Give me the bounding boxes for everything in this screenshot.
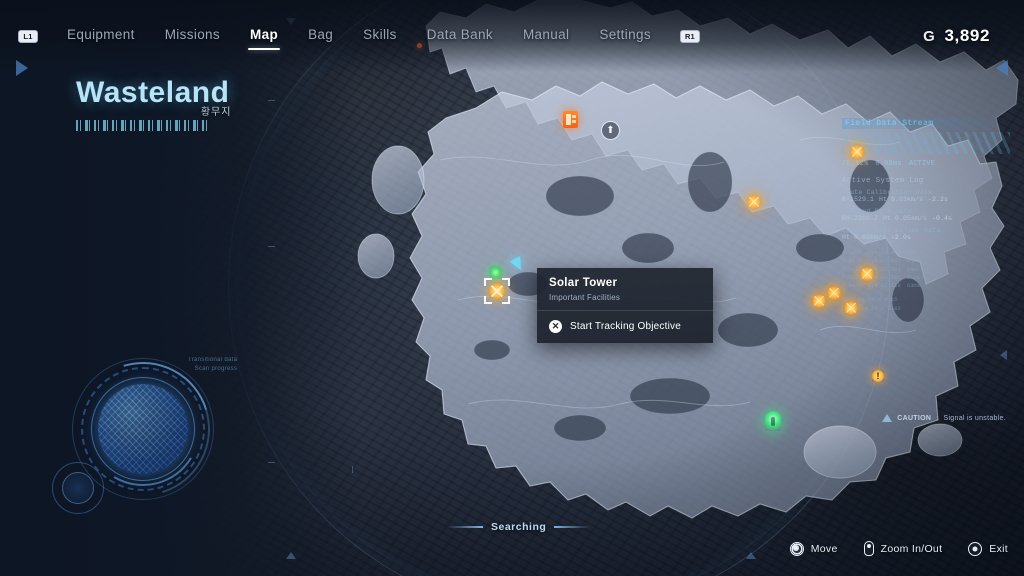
selection-bracket [502, 296, 510, 304]
objective-star-icon [811, 293, 827, 309]
map-screen: L1 Equipment Missions Map Bag Skills Dat… [0, 0, 1024, 576]
shelter-gate-marker[interactable] [765, 411, 781, 431]
grid-tick [744, 74, 751, 75]
player-arrow-icon [509, 255, 527, 274]
radar-label-line1: Transitional data [188, 357, 238, 363]
caution-word: CAUTION [897, 414, 932, 422]
selection-bracket [502, 278, 510, 286]
compass-arrow-icon [746, 552, 756, 559]
tab-manual[interactable]: Manual [508, 21, 584, 51]
tab-skills[interactable]: Skills [348, 21, 412, 51]
objective-marker[interactable] [746, 194, 762, 210]
objective-star-icon [826, 285, 842, 301]
radar-sub-core [62, 472, 94, 504]
waypoint-icon: ⬆ [601, 121, 620, 140]
selection-bracket [484, 278, 492, 286]
supply-crate-marker[interactable] [563, 111, 578, 128]
barcode-decoration [76, 120, 208, 131]
objective-marker[interactable] [811, 293, 827, 309]
warning-exclaim-icon: ! [872, 370, 884, 382]
tab-map[interactable]: Map [235, 21, 293, 51]
objective-marker[interactable] [826, 285, 842, 301]
caution-message: Signal is unstable. [943, 414, 1006, 422]
grid-tick [352, 466, 353, 473]
gate-icon [765, 411, 781, 431]
caution-banner: CAUTION : Signal is unstable. [882, 414, 1006, 422]
selection-bracket [484, 296, 492, 304]
popup-action-label: Start Tracking Objective [570, 321, 681, 333]
right-bumper-icon[interactable]: R1 [679, 29, 700, 43]
control-hint-exit[interactable]: Exit [968, 541, 1008, 556]
searching-dash-left [447, 526, 483, 528]
compass-arrow-icon [286, 552, 296, 559]
prev-page-arrow-icon[interactable] [16, 60, 28, 76]
grid-tick [268, 462, 275, 463]
control-label-move: Move [810, 542, 838, 555]
tab-data-bank[interactable]: Data Bank [412, 21, 508, 51]
radar-sub-dial [52, 462, 104, 514]
popup-title: Solar Tower [549, 277, 618, 289]
tab-bag[interactable]: Bag [293, 21, 348, 51]
radar-status-label: Transitional data Scan progress [188, 356, 237, 373]
popup-header: Solar Tower Important Facilities [537, 268, 713, 310]
objective-star-icon [859, 266, 875, 282]
control-label-exit: Exit [989, 542, 1008, 555]
currency-amount: 3,892 [944, 26, 990, 45]
solar-tower-selected-marker[interactable] [484, 278, 510, 304]
radar-label-line2: Scan progress [194, 365, 238, 372]
grid-tick [268, 100, 275, 101]
objective-star-icon [849, 144, 865, 160]
nav-tab-list: Equipment Missions Map Bag Skills Data B… [52, 21, 666, 51]
circle-button-icon [968, 541, 983, 556]
tab-equipment[interactable]: Equipment [52, 21, 150, 51]
objective-marker[interactable] [843, 300, 859, 316]
compass-arrow-icon [1000, 350, 1007, 360]
objective-marker[interactable] [859, 266, 875, 282]
top-navigation-bar: L1 Equipment Missions Map Bag Skills Dat… [0, 0, 1024, 72]
region-title-block: Wasteland 황무지 [76, 78, 232, 131]
control-hint-move[interactable]: Move [789, 541, 838, 556]
marker-context-popup: Solar Tower Important Facilities ✕ Start… [537, 268, 713, 344]
warning-triangle-icon [882, 414, 893, 422]
player-position-marker [509, 255, 527, 274]
tab-settings[interactable]: Settings [584, 21, 666, 51]
grid-tick [268, 246, 275, 247]
warning-marker[interactable]: ! [872, 370, 884, 382]
objective-star-icon [843, 300, 859, 316]
stick-icon [789, 541, 804, 556]
popup-subtitle: Important Facilities [549, 293, 621, 303]
next-page-arrow-icon[interactable] [996, 60, 1008, 76]
control-label-zoom: Zoom In/Out [880, 542, 943, 555]
searching-status: Searching [447, 521, 591, 533]
tab-missions[interactable]: Missions [150, 21, 235, 51]
searching-label: Searching [491, 521, 547, 533]
region-title-korean: 황무지 [200, 107, 232, 118]
caution-separator: : [936, 414, 939, 422]
radar-globe [98, 384, 188, 474]
control-hints: Move Zoom In/Out Exit [789, 541, 1008, 556]
waypoint-glyph: ⬆ [606, 124, 615, 136]
left-bumper-icon[interactable]: L1 [18, 29, 38, 43]
currency-symbol: G [923, 28, 936, 45]
searching-dash-right [554, 526, 591, 528]
crate-icon [563, 111, 578, 128]
trigger-icon [863, 541, 874, 556]
objective-marker[interactable] [849, 144, 865, 160]
cross-button-icon: ✕ [549, 320, 562, 334]
control-hint-zoom[interactable]: Zoom In/Out [863, 541, 943, 556]
waypoint-icon-marker[interactable]: ⬆ [601, 121, 620, 140]
currency-display: G 3,892 [923, 26, 1006, 46]
objective-star-icon [746, 194, 762, 210]
start-tracking-objective-button[interactable]: ✕ Start Tracking Objective [537, 311, 713, 343]
